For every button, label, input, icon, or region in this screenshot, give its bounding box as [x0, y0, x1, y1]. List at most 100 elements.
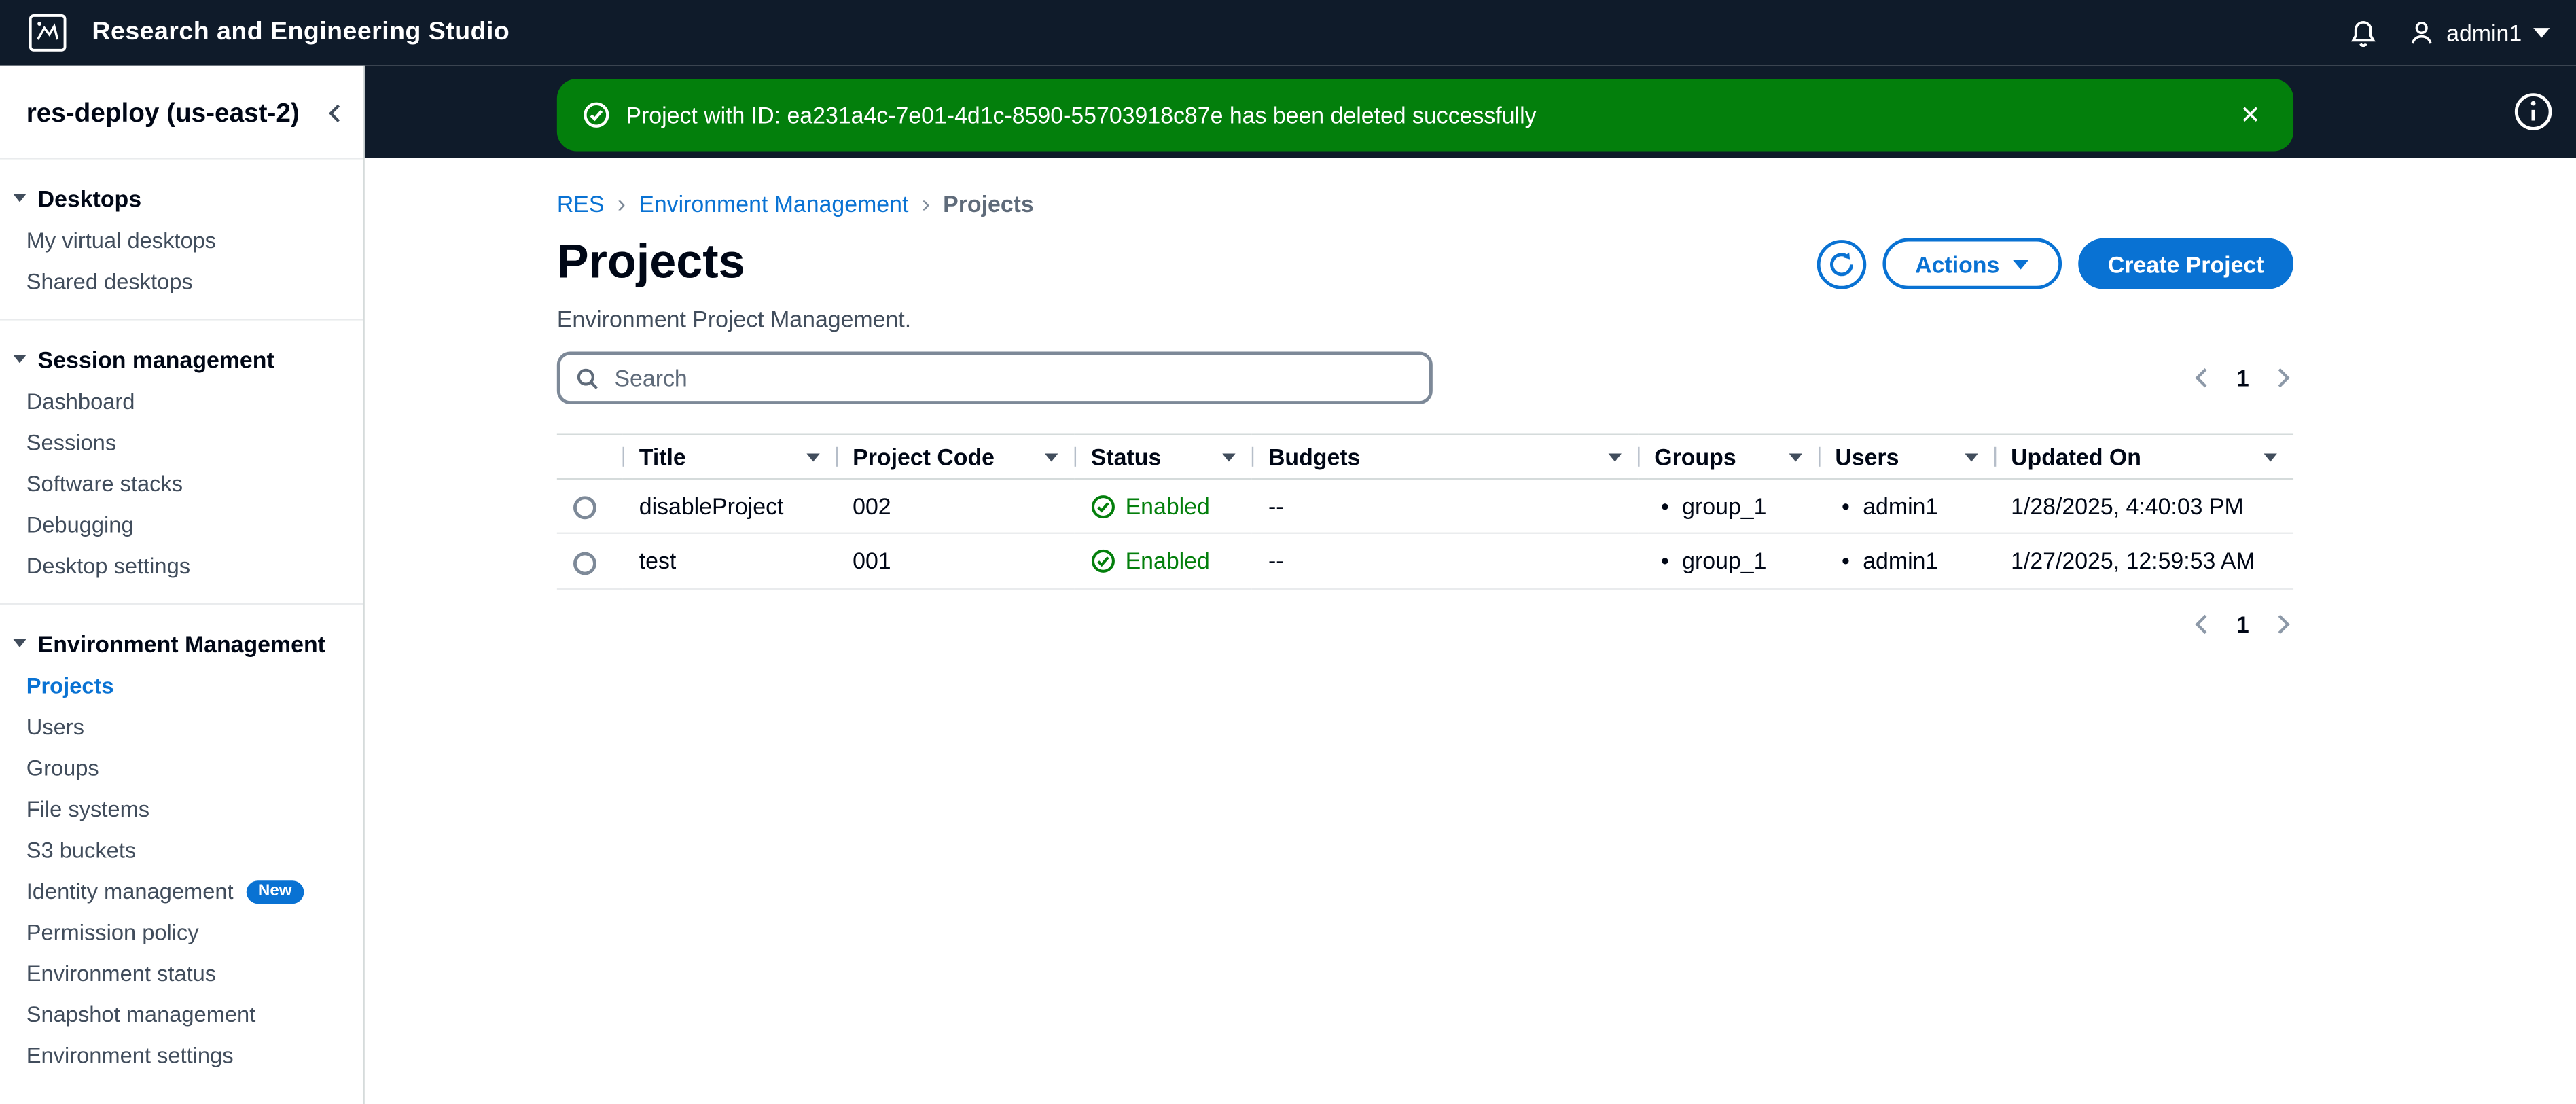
chevron-down-icon [13, 194, 26, 203]
divider [0, 318, 363, 321]
sidebar-item-file-systems[interactable]: File systems [0, 790, 363, 831]
sidebar-item-identity-management[interactable]: Identity management New [0, 872, 363, 913]
status-enabled-icon [1091, 495, 1115, 518]
sidebar-item-groups[interactable]: Groups [0, 749, 363, 789]
cell-budgets: -- [1251, 533, 1639, 590]
cell-users: • admin1 [1819, 533, 1994, 590]
pagination-bottom: 1 [2192, 611, 2293, 637]
side-navigation: res-deploy (us-east-2) Desktops My virtu… [0, 65, 365, 1104]
main-content: Project with ID: ea231a4c-7e01-4d1c-8590… [364, 65, 2576, 1104]
new-badge: New [246, 880, 304, 904]
sort-icon [2264, 452, 2277, 461]
breadcrumb-environment-management[interactable]: Environment Management [639, 191, 908, 217]
sidebar-item-projects[interactable]: Projects [0, 666, 363, 707]
column-header-groups[interactable]: Groups [1638, 433, 1819, 480]
sidebar-item-environment-settings[interactable]: Environment settings [0, 1037, 363, 1078]
actions-button-label: Actions [1915, 250, 2000, 277]
notification-band: Project with ID: ea231a4c-7e01-4d1c-8590… [364, 65, 2576, 158]
column-header-title[interactable]: Title [622, 433, 836, 480]
success-flashbar: Project with ID: ea231a4c-7e01-4d1c-8590… [556, 79, 2294, 152]
previous-page-button[interactable] [2192, 612, 2212, 635]
page-content: RES › Environment Management › Projects … [365, 158, 2294, 637]
sidebar-item-s3-buckets[interactable]: S3 buckets [0, 831, 363, 872]
page-number[interactable]: 1 [2236, 611, 2249, 637]
breadcrumb-res[interactable]: RES [557, 191, 605, 217]
previous-page-button[interactable] [2192, 366, 2212, 389]
column-header-status[interactable]: Status [1074, 433, 1252, 480]
page-description: Environment Project Management. [556, 305, 912, 332]
refresh-icon [1829, 251, 1853, 276]
chevron-down-icon [2533, 28, 2550, 38]
row-select-radio[interactable] [573, 551, 596, 575]
create-project-button[interactable]: Create Project [2078, 238, 2294, 289]
column-header-updated-on[interactable]: Updated On [1994, 433, 2294, 480]
sidebar-item-environment-status[interactable]: Environment status [0, 955, 363, 995]
sidebar-item-my-virtual-desktops[interactable]: My virtual desktops [0, 221, 363, 262]
collapse-nav-button[interactable] [323, 102, 346, 130]
sidebar-item-debugging[interactable]: Debugging [0, 505, 363, 546]
sort-icon [1222, 452, 1236, 461]
nav-section-header-session-management[interactable]: Session management [0, 335, 363, 382]
status-enabled-icon [1091, 549, 1115, 573]
sidebar-item-snapshot-management[interactable]: Snapshot management [0, 995, 363, 1036]
app-title: Research and Engineering Studio [92, 18, 510, 46]
flash-message: Project with ID: ea231a4c-7e01-4d1c-8590… [626, 101, 1537, 128]
res-logo-icon [26, 12, 69, 54]
cell-updated-on: 1/27/2025, 12:59:53 AM [1994, 533, 2294, 590]
bell-icon [2350, 20, 2375, 46]
chevron-right-icon: › [921, 190, 930, 218]
chevron-left-icon [2195, 613, 2207, 634]
page-title: Projects [556, 236, 745, 289]
sidebar-item-dashboard[interactable]: Dashboard [0, 382, 363, 423]
chevron-right-icon: › [617, 190, 626, 218]
nav-section-desktops: Desktops My virtual desktops Shared desk… [0, 174, 363, 304]
chevron-right-icon [2278, 613, 2290, 634]
user-icon [2411, 22, 2432, 44]
search-icon [577, 368, 598, 389]
breadcrumb: RES › Environment Management › Projects [557, 191, 2293, 217]
user-name: admin1 [2446, 20, 2522, 46]
flash-close-button[interactable]: ✕ [2234, 96, 2268, 134]
nav-section-environment-management: Environment Management Projects Users Gr… [0, 619, 363, 1078]
table-row: test 001 Enabled -- • group_1 • admin1 1… [556, 533, 2294, 590]
info-panel-button[interactable] [2512, 90, 2555, 133]
sort-icon [1045, 452, 1058, 461]
table-header-row: Title Project Code Status Budgets Groups… [556, 433, 2294, 480]
cell-groups: • group_1 [1638, 478, 1819, 535]
divider [0, 157, 363, 160]
cell-groups: • group_1 [1638, 533, 1819, 590]
cell-project-code: 001 [836, 533, 1075, 590]
cell-title: test [622, 533, 836, 590]
nav-section-header-environment-management[interactable]: Environment Management [0, 619, 363, 666]
next-page-button[interactable] [2274, 612, 2293, 635]
chevron-left-icon [329, 104, 340, 123]
user-menu[interactable]: admin1 [2409, 20, 2550, 46]
sidebar-item-users[interactable]: Users [0, 708, 363, 749]
page-number[interactable]: 1 [2236, 365, 2249, 391]
row-select-radio[interactable] [573, 497, 596, 520]
sidebar-item-shared-desktops[interactable]: Shared desktops [0, 262, 363, 303]
sort-icon [1608, 452, 1622, 461]
sidebar-item-permission-policy[interactable]: Permission policy [0, 913, 363, 954]
refresh-button[interactable] [1817, 238, 1866, 289]
column-header-project-code[interactable]: Project Code [836, 433, 1075, 480]
column-header-users[interactable]: Users [1819, 433, 1994, 480]
pagination-top: 1 [2192, 365, 2293, 391]
nav-section-header-desktops[interactable]: Desktops [0, 174, 363, 221]
chevron-down-icon [2012, 258, 2029, 269]
cell-status: Enabled [1074, 533, 1252, 590]
column-header-budgets[interactable]: Budgets [1251, 433, 1639, 480]
success-check-icon [584, 102, 610, 128]
sidebar-item-label: Identity management [26, 879, 234, 904]
search-input[interactable] [611, 363, 1415, 393]
actions-button[interactable]: Actions [1882, 238, 2062, 289]
cell-budgets: -- [1251, 478, 1639, 535]
sidebar-item-software-stacks[interactable]: Software stacks [0, 465, 363, 505]
sidebar-item-desktop-settings[interactable]: Desktop settings [0, 547, 363, 588]
nav-section-label: Desktops [37, 185, 142, 212]
cell-updated-on: 1/28/2025, 4:40:03 PM [1994, 478, 2294, 535]
next-page-button[interactable] [2274, 366, 2293, 389]
sidebar-item-sessions[interactable]: Sessions [0, 423, 363, 464]
notifications-bell-button[interactable] [2340, 10, 2386, 56]
chevron-right-icon [2278, 368, 2290, 388]
